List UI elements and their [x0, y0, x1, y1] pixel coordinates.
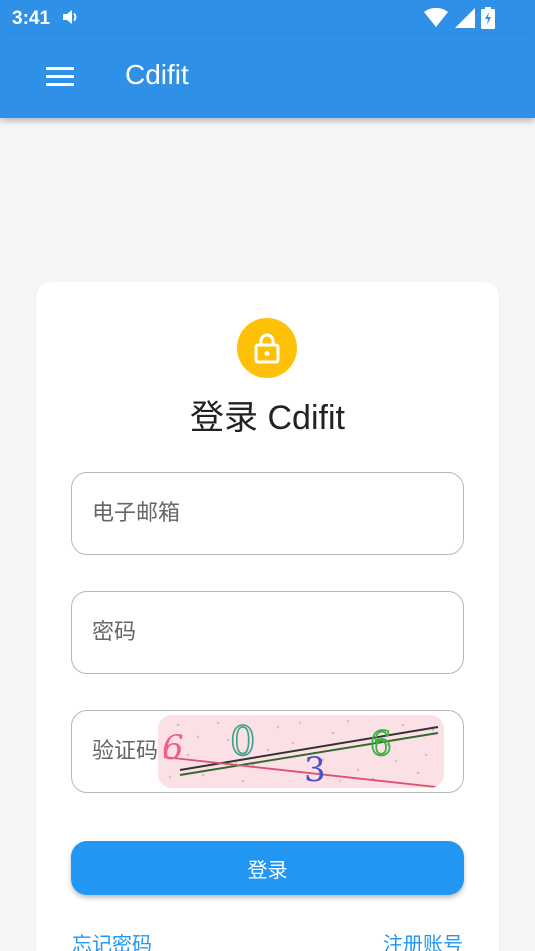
hamburger-menu-icon[interactable] [46, 66, 74, 88]
status-icons [422, 7, 495, 29]
wifi-icon [424, 8, 449, 27]
captcha-char: 6 [162, 728, 184, 768]
app-title: Cdifit [125, 59, 189, 90]
forgot-password-link[interactable]: 忘记密码 [72, 928, 152, 951]
email-field [71, 472, 464, 555]
lock-icon [254, 333, 280, 364]
captcha-image[interactable]: 6 0 3 6 [158, 715, 444, 788]
register-link[interactable]: 注册账号 [383, 928, 463, 951]
lock-avatar [237, 318, 297, 378]
captcha-char: 6 [370, 724, 392, 764]
login-title: 登录 Cdifit [190, 399, 345, 437]
cell-signal-icon [454, 8, 475, 28]
captcha-char: 3 [304, 750, 326, 788]
captcha-char: 0 [230, 719, 255, 765]
login-button[interactable]: 登录 [71, 841, 464, 895]
login-card: 登录 Cdifit 电子邮箱 验证码 6 0 3 6 登录 忘记密码 注册账号 [36, 282, 499, 951]
captcha-field: 6 0 3 6 [71, 710, 464, 793]
password-input[interactable] [92, 592, 432, 672]
status-bar: 3:41 [0, 0, 535, 36]
status-time: 3:41 [12, 8, 51, 29]
email-input[interactable] [92, 473, 432, 553]
battery-charging-icon [481, 7, 495, 29]
app-bar: Cdifit [0, 36, 535, 118]
password-field [71, 591, 464, 674]
volume-icon [62, 9, 80, 30]
